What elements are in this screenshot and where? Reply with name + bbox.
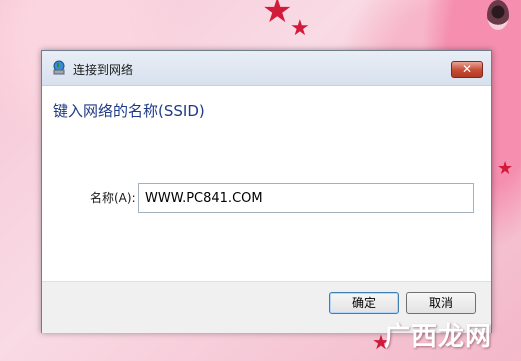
close-button[interactable]: ✕: [451, 61, 483, 78]
network-icon: [53, 60, 65, 75]
watermark-text: 广西龙网: [384, 322, 493, 352]
dialog-title: 连接到网络: [73, 63, 134, 77]
wallpaper-star-icon: ★: [497, 158, 514, 179]
ok-button[interactable]: 确定: [329, 292, 399, 314]
dialog-content: 键入网络的名称(SSID) 名称(A):: [42, 86, 491, 281]
dialog-heading: 键入网络的名称(SSID): [53, 102, 205, 120]
network-name-label: 名称(A):: [90, 191, 136, 205]
cancel-button[interactable]: 取消: [406, 292, 476, 314]
wallpaper-eye-art: [487, 0, 509, 30]
title-bar[interactable]: 连接到网络 ✕: [42, 51, 491, 86]
wallpaper-star-icon: ★: [262, 0, 293, 31]
network-name-input[interactable]: [138, 183, 474, 213]
wallpaper-star-icon: ★: [290, 16, 310, 41]
connect-network-dialog: 连接到网络 ✕ 键入网络的名称(SSID) 名称(A): 确定 取消: [41, 50, 492, 333]
